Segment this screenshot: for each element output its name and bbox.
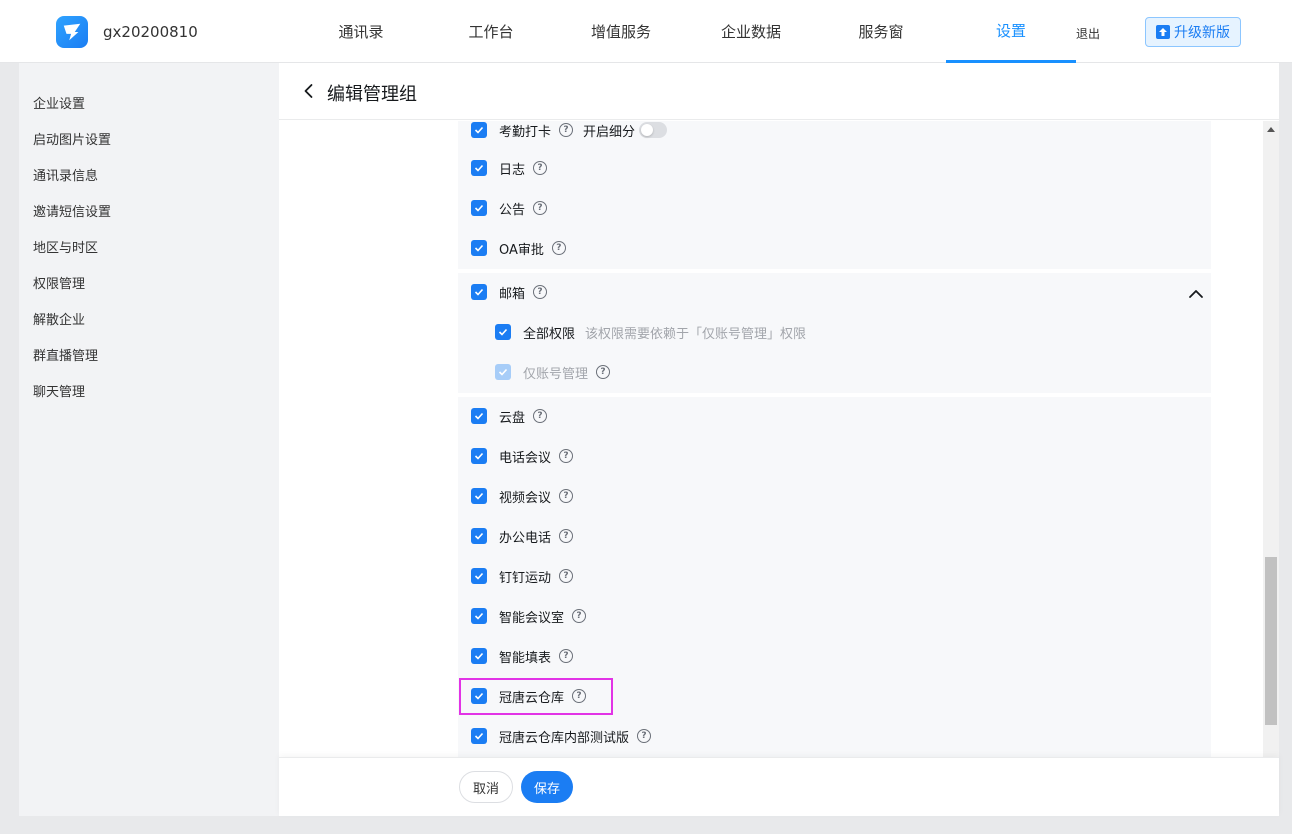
permission-row: 视频会议 ? (471, 486, 574, 506)
top-header: gx20200810 通讯录 工作台 增值服务 企业数据 服务窗 设置 退出 升… (0, 0, 1292, 63)
checkbox-mail-account-only (495, 364, 511, 380)
checkbox-video-conf[interactable] (471, 488, 487, 504)
checkbox-log[interactable] (471, 160, 487, 176)
nav-settings[interactable]: 设置 (946, 0, 1076, 63)
permission-label: 智能填表 (499, 650, 552, 666)
sidebar-item-group-live[interactable]: 群直播管理 (33, 345, 98, 364)
sidebar-item-permissions[interactable]: 权限管理 (33, 273, 85, 292)
permission-label: 全部权限 (523, 326, 576, 342)
help-icon[interactable]: ? (551, 241, 566, 255)
nav-value-services[interactable]: 增值服务 (580, 0, 662, 63)
help-icon[interactable]: ? (533, 201, 548, 215)
checkbox-mail-all[interactable] (495, 324, 511, 340)
permission-row: 电话会议 ? (471, 446, 574, 466)
checkbox-cloud-disk[interactable] (471, 408, 487, 424)
permission-label: 办公电话 (499, 530, 552, 546)
permission-label: 云盘 (499, 410, 526, 426)
checkbox-oa-approval[interactable] (471, 240, 487, 256)
permission-row: 办公电话 ? (471, 526, 574, 546)
checkbox-attendance[interactable] (471, 122, 487, 138)
permission-label: 日志 (499, 162, 526, 178)
checkbox-smart-meeting-room[interactable] (471, 608, 487, 624)
save-button[interactable]: 保存 (521, 771, 573, 803)
checkbox-smart-form[interactable] (471, 648, 487, 664)
org-name: gx20200810 (103, 23, 198, 41)
sidebar-item-region-timezone[interactable]: 地区与时区 (33, 237, 98, 256)
nav-service-window[interactable]: 服务窗 (840, 0, 922, 63)
help-icon[interactable]: ? (559, 569, 574, 583)
help-icon[interactable]: ? (637, 729, 652, 743)
sidebar-item-startup-image[interactable]: 启动图片设置 (33, 129, 111, 148)
checkbox-guantang-warehouse-test[interactable] (471, 728, 487, 744)
chevron-up-icon[interactable] (1188, 289, 1204, 299)
permission-row: 邮箱 ? (471, 282, 548, 302)
vertical-scrollbar[interactable] (1263, 121, 1279, 757)
permission-label: 智能会议室 (499, 610, 565, 626)
upgrade-button[interactable]: 升级新版 (1145, 17, 1241, 47)
help-icon[interactable]: ? (559, 123, 574, 137)
help-icon[interactable]: ? (559, 649, 574, 663)
permission-row: 云盘 ? (471, 406, 548, 426)
permission-row: 冠唐云仓库内部测试版 ? (471, 726, 652, 746)
help-icon[interactable]: ? (559, 529, 574, 543)
logout-link[interactable]: 退出 (1076, 25, 1100, 42)
nav-contacts[interactable]: 通讯录 (320, 0, 402, 63)
permissions-list: 考勤打卡 ? 开启细分 日志 ? 公告 ? OA审批 ? 邮箱 ? 全部权限 该… (279, 121, 1279, 757)
dingtalk-logo-icon (56, 16, 88, 48)
sidebar-item-invite-sms[interactable]: 邀请短信设置 (33, 201, 111, 220)
permission-row: 日志 ? (471, 158, 548, 178)
permission-row: 仅账号管理 ? (495, 362, 611, 382)
sidebar-item-chat[interactable]: 聊天管理 (33, 381, 85, 400)
scroll-up-arrow-icon[interactable] (1267, 127, 1275, 132)
upgrade-label: 升级新版 (1174, 25, 1230, 41)
permission-label: 邮箱 (499, 286, 526, 302)
permission-row: 公告 ? (471, 198, 548, 218)
checkbox-phone-conf[interactable] (471, 448, 487, 464)
permission-row: OA审批 ? (471, 238, 566, 258)
permission-row: 考勤打卡 ? 开启细分 (471, 121, 668, 140)
help-icon[interactable]: ? (596, 365, 611, 379)
permission-label: 电话会议 (499, 450, 552, 466)
permission-row: 钉钉运动 ? (471, 566, 574, 586)
help-icon[interactable]: ? (533, 161, 548, 175)
cancel-button[interactable]: 取消 (459, 771, 513, 803)
main-panel: 编辑管理组 考勤打卡 ? 开启细分 日志 ? 公告 ? OA审批 ? 邮箱 ? … (279, 63, 1279, 816)
permission-row: 全部权限 该权限需要依赖于「仅账号管理」权限 (495, 322, 806, 342)
sidebar-item-contacts-info[interactable]: 通讯录信息 (33, 165, 98, 184)
permission-label: 视频会议 (499, 490, 552, 506)
dependency-note: 该权限需要依赖于「仅账号管理」权限 (585, 326, 807, 342)
permission-label: 钉钉运动 (499, 570, 552, 586)
page-title: 编辑管理组 (327, 84, 417, 105)
nav-enterprise-data[interactable]: 企业数据 (710, 0, 792, 63)
checkbox-office-phone[interactable] (471, 528, 487, 544)
help-icon[interactable]: ? (533, 285, 548, 299)
scroll-thumb[interactable] (1265, 557, 1277, 725)
sidebar-item-dissolve[interactable]: 解散企业 (33, 309, 85, 328)
help-icon[interactable]: ? (572, 609, 587, 623)
sidebar-item-enterprise-settings[interactable]: 企业设置 (33, 93, 85, 112)
permission-group (458, 121, 1211, 269)
title-bar: 编辑管理组 (279, 63, 1279, 120)
help-icon[interactable]: ? (559, 449, 574, 463)
checkbox-mail[interactable] (471, 284, 487, 300)
settings-sidebar: 企业设置 启动图片设置 通讯录信息 邀请短信设置 地区与时区 权限管理 解散企业… (19, 63, 279, 816)
checkbox-notice[interactable] (471, 200, 487, 216)
permission-label: 仅账号管理 (523, 366, 589, 382)
checkbox-dingtalk-sport[interactable] (471, 568, 487, 584)
subdivide-label: 开启细分 (583, 124, 636, 140)
permission-row: 智能会议室 ? (471, 606, 587, 626)
back-arrow-icon[interactable] (301, 83, 317, 99)
upgrade-arrow-icon (1156, 25, 1170, 39)
permission-label: 冠唐云仓库内部测试版 (499, 730, 630, 746)
nav-workbench[interactable]: 工作台 (450, 0, 532, 63)
highlight-box (459, 678, 613, 715)
help-icon[interactable]: ? (559, 489, 574, 503)
help-icon[interactable]: ? (533, 409, 548, 423)
permission-row: 智能填表 ? (471, 646, 574, 666)
permission-label: 公告 (499, 202, 526, 218)
permission-label: 考勤打卡 (499, 124, 552, 140)
subdivide-toggle[interactable] (639, 122, 668, 138)
permission-label: OA审批 (499, 242, 544, 258)
footer-actions: 取消 保存 (279, 757, 1279, 816)
